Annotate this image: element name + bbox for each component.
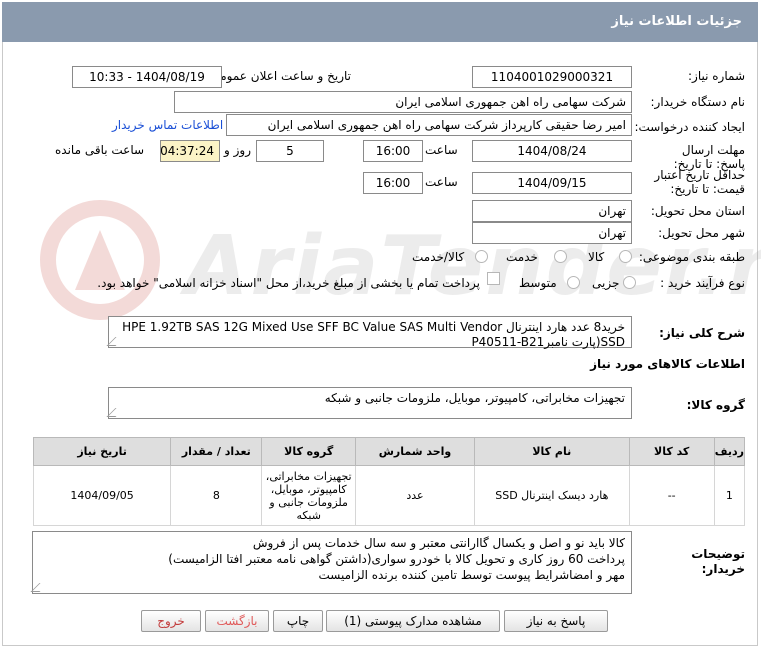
remaining-time-field: 04:37:24 [160,140,220,162]
deadline-time-label: ساعت [425,143,458,157]
col-row: ردیف [713,437,746,466]
exit-button[interactable]: خروج [141,610,201,632]
goods-group-label: گروه کالا: [686,398,745,412]
attached-docs-button[interactable]: مشاهده مدارک پیوستی (1) [326,610,500,632]
deadline-label: مهلت ارسال پاسخ: تا تاریخ: [673,143,745,171]
category-service-label: خدمت [506,250,538,264]
remaining-label: ساعت باقی مانده [55,143,145,157]
city-label: شهر محل تحویل: [658,226,745,240]
cell-unit: عدد [354,465,476,526]
col-group: گروه کالا [261,437,356,466]
validity-time-field: 16:00 [363,172,423,194]
city-field: تهران [472,222,632,244]
items-table: ردیف کد کالا نام کالا واحد شمارش گروه کا… [32,437,746,526]
days-field: 5 [256,140,324,162]
table-header-row: ردیف کد کالا نام کالا واحد شمارش گروه کا… [32,437,746,466]
category-both-label: کالا/خدمت [412,250,465,264]
validity-date-field: 1404/09/15 [472,172,632,194]
category-label: طبقه بندی موضوعی: [638,250,745,264]
process-medium-label: متوسط [519,276,557,290]
process-radio-medium[interactable] [567,276,580,289]
col-date: تاریخ نیاز [32,437,172,466]
print-button[interactable]: چاپ [273,610,323,632]
province-field: تهران [472,200,632,222]
col-code: کد کالا [628,437,715,466]
deadline-date-field: 1404/08/24 [472,140,632,162]
buyer-org-field: شرکت سهامی راه اهن جمهوری اسلامی ایران [174,91,632,113]
description-text: خرید8 عدد هارد اینترنال HPE 1.92TB SAS 1… [122,320,625,349]
cell-qty: 8 [170,465,263,526]
category-goods-label: کالا [588,250,605,264]
buyer-contact-link[interactable]: اطلاعات تماس خریدار [112,118,223,132]
back-button[interactable]: بازگشت [205,610,269,632]
category-radio-both[interactable] [475,250,488,263]
need-number-field: 1104001029000321 [472,66,632,88]
buyer-org-label: نام دستگاه خریدار: [650,95,746,109]
resize-handle-icon [30,583,49,592]
cell-date: 1404/09/05 [32,465,172,526]
page-header: جزئیات اطلاعات نیاز [2,2,758,42]
cell-row: 1 [713,465,746,526]
validity-label: حداقل تاریخ اعتبار قیمت: تا تاریخ: [654,168,745,196]
process-label: نوع فرآیند خرید : [660,276,745,290]
treasury-checkbox[interactable] [487,272,500,285]
resize-handle-icon [106,408,125,417]
goods-group-value: تجهیزات مخابراتی، کامپیوتر، موبایل، ملزو… [324,391,625,405]
goods-group-field: تجهیزات مخابراتی، کامپیوتر، موبایل، ملزو… [106,387,632,419]
goods-info-title: اطلاعات کالاهای مورد نیاز [590,357,745,371]
creator-label: ایجاد کننده درخواست: [634,120,745,134]
province-label: استان محل تحویل: [650,204,745,218]
resize-handle-icon[interactable] [106,337,125,346]
table-row: 1 -- هارد دیسک اینترنال SSD عدد تجهیزات … [32,465,746,526]
validity-time-label: ساعت [425,175,458,189]
buyer-note-line: کالا باید نو و اصل و یکسال گاارانتی معتب… [252,536,625,550]
cell-name: هارد دیسک اینترنال SSD [474,465,630,526]
deadline-time-field: 16:00 [363,140,423,162]
buyer-note-line: پرداخت 60 روز کاری و تحویل کالا با خودرو… [168,552,625,566]
process-minor-label: جزیی [592,276,620,290]
buyer-note-line: مهر و امضاشرایط پیوست توسط تامین کننده ب… [318,568,625,582]
cell-group: تجهیزات مخابراتی، کامپیوتر، موبایل، ملزو… [261,465,356,526]
description-textarea[interactable]: خرید8 عدد هارد اینترنال HPE 1.92TB SAS 1… [106,316,632,349]
announce-date-label: تاریخ و ساعت اعلان عمومی: [206,69,351,83]
category-radio-goods[interactable] [619,250,632,263]
cell-code: -- [628,465,715,526]
days-label: روز و [224,143,251,157]
announce-date-field: 1404/08/19 - 10:33 [72,66,222,88]
need-number-label: شماره نیاز: [688,69,745,83]
category-radio-service[interactable] [554,250,567,263]
col-name: نام کالا [474,437,630,466]
buyer-notes-field: کالا باید نو و اصل و یکسال گاارانتی معتب… [30,531,632,594]
treasury-note: پرداخت تمام یا بخشی از مبلغ خرید،از محل … [97,276,480,290]
col-qty: تعداد / مقدار [170,437,263,466]
reply-button[interactable]: پاسخ به نیاز [504,610,608,632]
description-label: شرح کلی نیاز: [659,326,745,340]
process-radio-minor[interactable] [623,276,636,289]
buyer-notes-label: توضیحات خریدار: [691,547,745,576]
creator-field: امیر رضا حقیقی کارپرداز شرکت سهامی راه ا… [226,114,632,136]
col-unit: واحد شمارش [354,437,476,466]
